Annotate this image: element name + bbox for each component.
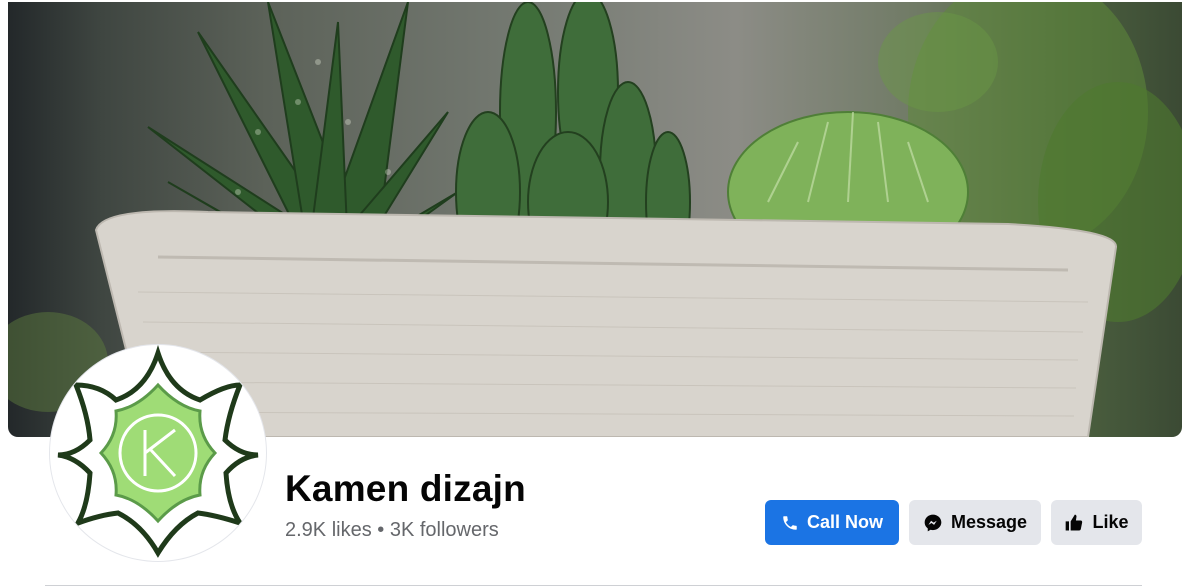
messenger-icon — [923, 513, 943, 533]
like-button[interactable]: Like — [1051, 500, 1142, 545]
mandala-logo — [57, 345, 259, 558]
followers-count[interactable]: 3K followers — [390, 519, 499, 541]
call-now-label: Call Now — [806, 512, 883, 532]
message-button[interactable]: Message — [909, 500, 1041, 545]
header-divider — [45, 585, 1142, 586]
phone-icon — [781, 514, 799, 532]
page-title: Kamen dizajn — [285, 468, 526, 509]
profile-picture[interactable] — [50, 345, 266, 561]
message-label: Message — [950, 512, 1028, 532]
like-label: Like — [1092, 512, 1129, 532]
stats-separator: • — [371, 519, 390, 541]
likes-count[interactable]: 2.9K likes — [285, 519, 372, 541]
thumbs-up-icon — [1064, 513, 1084, 533]
page-stats: 2.9K likes • 3K followers — [285, 519, 499, 542]
call-now-button[interactable]: Call Now — [765, 500, 899, 545]
